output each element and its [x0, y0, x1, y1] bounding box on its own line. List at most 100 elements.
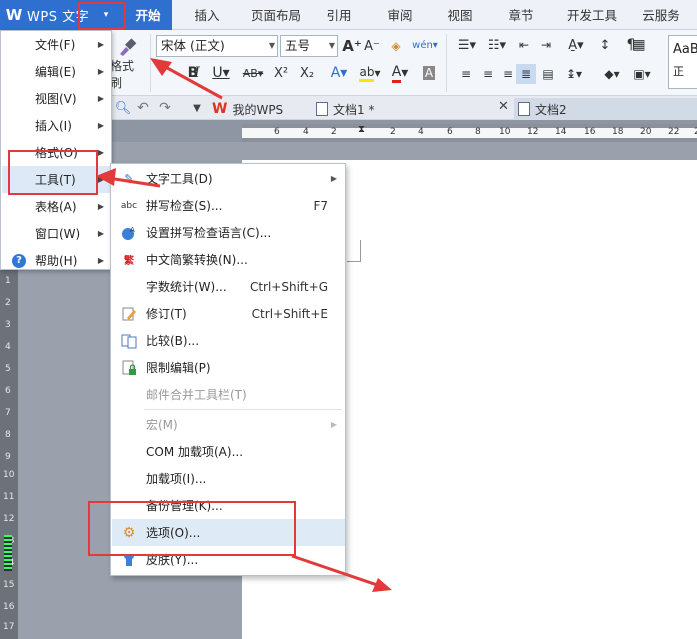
document-icon [518, 102, 530, 116]
format-painter-button[interactable]: 格式刷 [110, 59, 142, 90]
menu-item-help[interactable]: ? 帮助(H) ▶ [2, 247, 110, 274]
menu-item-label: 限制编辑(P) [146, 361, 211, 375]
ruler-tick-label: 1 [5, 276, 11, 286]
tab-page-layout[interactable]: 页面布局 [242, 0, 310, 30]
ruler-tick-label: 6 [447, 127, 453, 137]
menu-item-track-changes[interactable]: 修订(T) Ctrl+Shift+E [112, 300, 345, 327]
menu-item-word-count[interactable]: 字数统计(W)... Ctrl+Shift+G [112, 273, 345, 300]
menu-item-table[interactable]: 表格(A) ▶ [2, 193, 110, 220]
borders-icon[interactable]: ▣▾ [628, 64, 656, 84]
highlight-color-icon[interactable]: ab ▾ [356, 62, 384, 84]
menu-item-label: 邮件合并工具栏(T) [146, 388, 247, 402]
menu-item-addins[interactable]: 加载项(I)... [112, 465, 345, 492]
help-icon: ? [12, 253, 26, 268]
bullet-list-icon[interactable]: ☰▾ [454, 34, 480, 56]
tab-home[interactable]: 开始 [124, 0, 172, 30]
tab-cloud-services[interactable]: 云服务 [630, 0, 692, 30]
language-icon: A [121, 225, 137, 241]
menu-item-text-tools[interactable]: ✎ 文字工具(D) ▶ [112, 165, 345, 192]
menu-item-label: 拼写检查(S)... [146, 199, 223, 213]
align-right-icon[interactable]: ≡ [498, 64, 518, 84]
chevron-right-icon: ▶ [97, 229, 104, 238]
horizontal-ruler[interactable]: 6 4 2 ⧗ 2 4 6 8 10 12 14 16 18 20 22 24 [242, 124, 697, 142]
ruler-tick-label: 15 [3, 580, 15, 590]
close-icon[interactable]: ✕ [498, 99, 509, 114]
italic-icon[interactable]: I [186, 62, 208, 84]
print-preview-icon[interactable]: 🔍︎ [114, 98, 132, 118]
font-color-icon[interactable]: A ▾ [386, 62, 414, 84]
shrink-font-icon[interactable]: A⁻ [362, 36, 382, 56]
font-size-select[interactable]: 五号 ▼ [280, 35, 338, 57]
ruler-tick-label: 6 [274, 127, 280, 137]
menu-item-spell-check[interactable]: abc 拼写检查(S)... F7 [112, 192, 345, 219]
ribbon-divider [150, 34, 151, 92]
chevron-down-icon[interactable]: ▼ [329, 36, 335, 56]
subscript-icon[interactable]: X₂ [296, 62, 318, 84]
decrease-indent-icon[interactable]: ⇤ [514, 34, 534, 56]
phonetic-guide-icon[interactable]: wén▾ [410, 34, 440, 56]
justify-icon[interactable]: ≣ [516, 64, 536, 84]
text-effect-icon[interactable]: A▾ [326, 62, 352, 84]
tab-references[interactable]: 引用 [310, 0, 368, 30]
tab-review[interactable]: 审阅 [368, 0, 432, 30]
menu-item-label: 帮助(H) [35, 254, 78, 268]
menu-item-com-addins[interactable]: COM 加载项(A)... [112, 438, 345, 465]
tab-insert[interactable]: 插入 [172, 0, 242, 30]
ruler-tick-label: 8 [475, 127, 481, 137]
undo-icon[interactable]: ↶ [134, 98, 152, 118]
font-name-select[interactable]: 宋体 (正文) ▼ [156, 35, 278, 57]
align-center-icon[interactable]: ≡ [478, 64, 498, 84]
quick-access-dropdown-icon[interactable]: ▼ [188, 98, 206, 118]
menu-item-shortcut: Ctrl+Shift+G [249, 279, 328, 294]
style-preview-label: 正 [673, 65, 684, 78]
align-left-icon[interactable]: ≡ [456, 64, 476, 84]
table-grid-icon[interactable]: ▦ [628, 34, 650, 56]
distributed-align-icon[interactable]: ▤ [538, 64, 558, 84]
menu-item-file[interactable]: 文件(F) ▶ [2, 31, 110, 58]
chevron-right-icon: ▶ [97, 148, 104, 157]
strikethrough-icon[interactable]: AB▾ [238, 62, 268, 84]
menu-item-insert[interactable]: 插入(I) ▶ [2, 112, 110, 139]
ruler-margin-marker [4, 535, 12, 571]
ruler-tick-label: 12 [3, 514, 15, 524]
menu-item-shortcut: F7 [313, 198, 328, 213]
ruler-tick-label: 16 [584, 127, 596, 137]
chevron-down-icon[interactable]: ▼ [269, 36, 275, 56]
menu-item-edit[interactable]: 编辑(E) ▶ [2, 58, 110, 85]
indent-marker-icon[interactable]: ⧗ [358, 124, 365, 135]
menu-item-chinese-convert[interactable]: 繁 中文简繁转换(N)... [112, 246, 345, 273]
menu-item-window[interactable]: 窗口(W) ▶ [2, 220, 110, 247]
ruler-tick-label: 12 [527, 127, 539, 137]
menu-item-view[interactable]: 视图(V) ▶ [2, 85, 110, 112]
tab-developer[interactable]: 开发工具 [554, 0, 630, 30]
menu-item-label: 字数统计(W)... [146, 280, 227, 294]
tab-view[interactable]: 视图 [432, 0, 488, 30]
chevron-right-icon: ▶ [97, 175, 104, 184]
superscript-icon[interactable]: X² [270, 62, 292, 84]
menu-item-label: 宏(M) [146, 418, 178, 432]
sort-icon[interactable]: ↕ [594, 34, 616, 56]
doc-tab-my-wps[interactable]: W 我的WPS [212, 98, 312, 120]
tab-chapter[interactable]: 章节 [488, 0, 554, 30]
ruler-tick-label: 3 [5, 320, 11, 330]
menu-item-restrict-editing[interactable]: 限制编辑(P) [112, 354, 345, 381]
vertical-ruler[interactable]: 1 2 3 4 5 6 7 8 9 10 11 12 13 14 15 16 1… [0, 270, 18, 639]
doc-tab-document1[interactable]: 文档1 * [316, 98, 506, 120]
line-spacing-icon[interactable]: ↨▾ [560, 64, 588, 84]
chinese-layout-icon[interactable]: A̱▾ [562, 34, 590, 56]
grow-font-icon[interactable]: A⁺ [342, 36, 362, 56]
style-gallery-normal[interactable]: AaB 正 [668, 35, 697, 89]
doc-tab-document2[interactable]: 文档2 [514, 98, 697, 120]
redo-icon[interactable]: ↷ [156, 98, 174, 118]
ruler-tick-label: 8 [5, 430, 11, 440]
ribbon-divider [446, 34, 447, 92]
menu-item-label: 视图(V) [35, 92, 77, 106]
numbered-list-icon[interactable]: ☷▾ [484, 34, 510, 56]
clear-format-icon[interactable]: ◈ [386, 36, 406, 56]
menu-item-compare[interactable]: 比较(B)... [112, 327, 345, 354]
menu-item-spell-language[interactable]: A 设置拼写检查语言(C)... [112, 219, 345, 246]
character-shading-icon[interactable]: A [418, 62, 440, 84]
increase-indent-icon[interactable]: ⇥ [536, 34, 556, 56]
paragraph-shading-icon[interactable]: ◆▾ [598, 64, 626, 84]
underline-icon[interactable]: U▾ [208, 62, 234, 84]
